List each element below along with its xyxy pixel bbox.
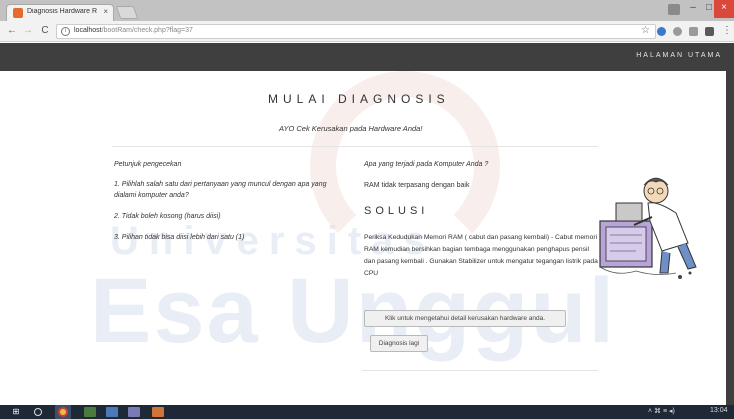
page-scrollbar[interactable] (706, 71, 734, 405)
windows-taskbar: ⊞ ˄ ⌘ ≡ ◂) 13:04 (0, 405, 734, 419)
reload-icon[interactable]: C (39, 24, 51, 38)
page-title: MULAI DIAGNOSIS (268, 92, 450, 106)
answer-text: RAM tidak terpasang dengan baik (364, 182, 470, 189)
extension-icon[interactable] (673, 27, 682, 36)
favicon-icon (13, 8, 23, 18)
home-link[interactable]: HALAMAN UTAMA (636, 52, 722, 59)
result-panel: Apa yang terjadi pada Komputer Anda ? RA… (364, 159, 598, 280)
instruction-item: 1. Pilihlah salah satu dari pertanyaan y… (114, 181, 327, 199)
url-host: localhost (74, 27, 102, 34)
tab-close-icon[interactable]: × (103, 7, 108, 16)
extension-icon[interactable] (657, 27, 666, 36)
browser-window: Diagnosis Hardware RA… × – □ × ← → C i l… (0, 0, 734, 419)
browser-menu-icon[interactable]: ⋮ (722, 24, 732, 38)
chrome-taskbar-icon[interactable] (55, 405, 71, 419)
instruction-item: 3. Pilihan tidak bisa diisi lebih dari s… (114, 234, 245, 241)
instruction-item: 2. Tidak boleh kosong (harus diisi) (114, 213, 221, 220)
search-icon[interactable] (34, 408, 42, 416)
word-icon[interactable] (106, 407, 118, 417)
divider (362, 370, 598, 371)
solution-title: SOLUSI (364, 205, 429, 217)
address-bar[interactable]: i localhost/bootRam/check.php?flag=37 (56, 24, 656, 39)
detail-button[interactable]: Klik untuk mengetahui detail kerusakan h… (364, 310, 566, 327)
close-window-button[interactable]: × (714, 0, 734, 18)
title-bar: Diagnosis Hardware RA… × – □ × (0, 0, 734, 21)
technician-illustration (599, 177, 697, 279)
extension-icon[interactable] (689, 27, 698, 36)
back-icon[interactable]: ← (6, 24, 18, 38)
page-content: Universitas Esa Unggul MULAI DIAGNOSIS A… (0, 71, 706, 405)
site-navbar: HALAMAN UTAMA (0, 43, 734, 71)
extension-icon[interactable] (705, 27, 714, 36)
solution-text: Periksa Kedudukan Memori RAM ( cabut dan… (364, 234, 598, 277)
browser-toolbar: ← → C i localhost/bootRam/check.php?flag… (0, 21, 734, 42)
url-path: /bootRam/check.php?flag=37 (101, 27, 193, 34)
xampp-icon[interactable] (152, 407, 164, 417)
new-tab-button[interactable] (115, 6, 139, 19)
browser-tab[interactable]: Diagnosis Hardware RA… × (6, 4, 114, 21)
question-text: Apa yang terjadi pada Komputer Anda ? (364, 161, 489, 168)
diagnose-again-button[interactable]: Diagnosis lagi (370, 335, 428, 352)
info-icon[interactable]: i (61, 27, 70, 36)
instructions-title: Petunjuk pengecekan (114, 161, 182, 168)
scrollbar-track[interactable] (726, 71, 734, 405)
start-button[interactable]: ⊞ (10, 407, 22, 417)
chrome-logo-icon (58, 407, 68, 417)
file-explorer-icon[interactable] (84, 407, 96, 417)
visual-studio-icon[interactable] (128, 407, 140, 417)
instructions-panel: Petunjuk pengecekan 1. Pilihlah salah sa… (114, 159, 346, 253)
forward-icon[interactable]: → (22, 24, 34, 38)
tab-title: Diagnosis Hardware RA… (27, 8, 97, 15)
divider (112, 146, 598, 147)
bookmark-star-icon[interactable]: ☆ (641, 25, 650, 37)
user-profile-icon[interactable] (668, 4, 680, 15)
system-tray-icons[interactable]: ˄ ⌘ ≡ ◂) (648, 407, 675, 415)
url-text: localhost/bootRam/check.php?flag=37 (74, 27, 193, 34)
taskbar-clock[interactable]: 13:04 (710, 407, 728, 414)
page-subtitle: AYO Cek Kerusakan pada Hardware Anda! (279, 124, 423, 133)
